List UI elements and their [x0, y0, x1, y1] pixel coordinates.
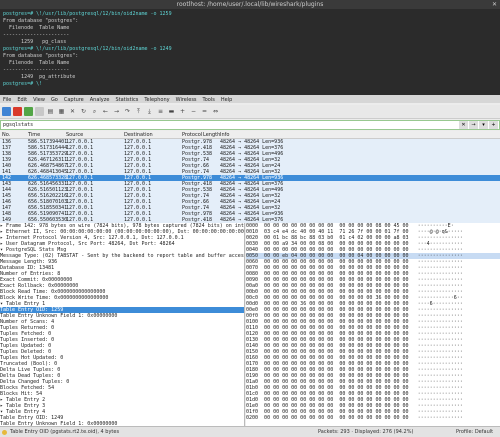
menu-telephony[interactable]: Telephony	[141, 96, 172, 105]
close-icon[interactable]: ✕	[492, 0, 497, 9]
colorize-icon[interactable]: ▬	[167, 107, 176, 116]
options-icon[interactable]	[35, 107, 44, 116]
expert-info-icon[interactable]	[2, 430, 7, 435]
status-bar: Table Entry OID (pgstats.rt2.te.oid), 4 …	[0, 426, 500, 437]
hex-row[interactable]: 0200 00 00 00 00 00 00 00 00 00 00 00 00…	[246, 415, 500, 421]
terminal-title: rootlhost: /home/user/.local/lib/wiresha…	[0, 0, 500, 9]
close-file-icon[interactable]: ✕	[68, 107, 77, 116]
terminal-line: 1259 pg_class	[3, 39, 67, 45]
first-packet-icon[interactable]: ⤒	[134, 107, 143, 116]
go-to-packet-icon[interactable]: ↷	[123, 107, 132, 116]
terminal-line: postgres=# \!/usr/lib/postgresql/12/bin/…	[3, 46, 172, 52]
display-filter-bar: pgsqlstats ✕ → ▾ +	[0, 120, 500, 130]
resize-columns-icon[interactable]: ⇔	[211, 107, 220, 116]
reload-icon[interactable]: ↻	[79, 107, 88, 116]
add-filter-icon[interactable]: +	[489, 121, 498, 129]
terminal-line: postgres=# \!	[3, 81, 43, 87]
terminal-line: From database "postgres":	[3, 53, 79, 59]
packet-list-header: No. Time Source Destination Protocol Length In…	[0, 131, 500, 139]
packet-bytes-pane: 0000 00 00 00 00 00 00 00 00 00 00 00 00…	[246, 223, 500, 426]
start-capture-icon[interactable]	[2, 107, 11, 116]
column-header-len[interactable]: Length	[203, 131, 220, 139]
terminal-line: postgres=# \!/usr/lib/postgresql/12/bin/…	[3, 11, 172, 17]
terminal-line: 1249 pg_attribute	[3, 74, 76, 80]
menu-go[interactable]: Go	[48, 96, 61, 105]
menu-wireless[interactable]: Wireless	[173, 96, 200, 105]
menu-view[interactable]: View	[30, 96, 48, 105]
terminal-output[interactable]: postgres=# \!/usr/lib/postgresql/12/bin/…	[0, 9, 500, 90]
column-header-info[interactable]: Info	[220, 131, 229, 139]
autoscroll-icon[interactable]: ≡	[156, 107, 165, 116]
zoom-in-icon[interactable]: +	[178, 107, 187, 116]
menu-help[interactable]: Help	[218, 96, 235, 105]
menu-capture[interactable]: Capture	[61, 96, 87, 105]
clear-filter-icon[interactable]: ✕	[459, 121, 468, 129]
stop-capture-icon[interactable]	[13, 107, 22, 116]
terminal-line: ----------------------	[3, 32, 70, 38]
packet-details-pane: ▸ Frame 142: 978 bytes on wire (7824 bit…	[0, 223, 245, 426]
status-packet-counts: Packets: 293 · Displayed: 276 (94.2%)	[318, 429, 414, 435]
zoom-out-icon[interactable]: −	[189, 107, 198, 116]
menu-statistics[interactable]: Statistics	[112, 96, 141, 105]
display-filter-input[interactable]: pgsqlstats	[1, 122, 459, 128]
menu-file[interactable]: File	[0, 96, 14, 105]
column-header-src[interactable]: Source	[66, 131, 83, 139]
save-file-icon[interactable]: ▦	[57, 107, 66, 116]
menu-edit[interactable]: Edit	[14, 96, 30, 105]
column-header-proto[interactable]: Protocol	[182, 131, 202, 139]
menu-analyze[interactable]: Analyze	[87, 96, 113, 105]
packet-list-rows: 136 586.517394401 127.0.0.1 127.0.0.1 Postgr…	[0, 139, 500, 223]
normal-size-icon[interactable]: =	[200, 107, 209, 116]
column-header-dst[interactable]: Destination	[124, 131, 153, 139]
last-packet-icon[interactable]: ⤓	[145, 107, 154, 116]
go-forward-icon[interactable]: →	[112, 107, 121, 116]
terminal-line: From database "postgres":	[3, 18, 79, 24]
menu-tools[interactable]: Tools	[200, 96, 218, 105]
terminal-line: Filenode Table Name	[3, 25, 70, 31]
status-field-info: Table Entry OID (pgstats.rt2.te.oid), 4 …	[10, 429, 120, 435]
restart-capture-icon[interactable]	[24, 107, 33, 116]
column-header-time[interactable]: Time	[28, 131, 40, 139]
terminal-line: Filenode Table Name	[3, 60, 70, 66]
packet-list: No. Time Source Destination Protocol Length In…	[0, 131, 500, 223]
filter-dropdown-icon[interactable]: ▾	[479, 121, 488, 129]
apply-filter-icon[interactable]: →	[469, 121, 478, 129]
terminal-line: ----------------------	[3, 67, 70, 73]
main-toolbar: ▤ ▦ ✕ ↻ ⌕ ← → ↷ ⤒ ⤓ ≡ ▬ + − = ⇔	[0, 105, 500, 119]
status-profile[interactable]: Profile: Default	[456, 427, 493, 437]
find-icon[interactable]: ⌕	[90, 107, 99, 116]
terminal-window: rootlhost: /home/user/.local/lib/wiresha…	[0, 0, 500, 95]
column-header-no[interactable]: No.	[2, 131, 10, 139]
menu-bar: File Edit View Go Capture Analyze Statistics Te…	[0, 96, 500, 105]
open-file-icon[interactable]: ▤	[46, 107, 55, 116]
go-back-icon[interactable]: ←	[101, 107, 110, 116]
terminal-title-text: rootlhost: /home/user/.local/lib/wiresha…	[176, 1, 324, 8]
